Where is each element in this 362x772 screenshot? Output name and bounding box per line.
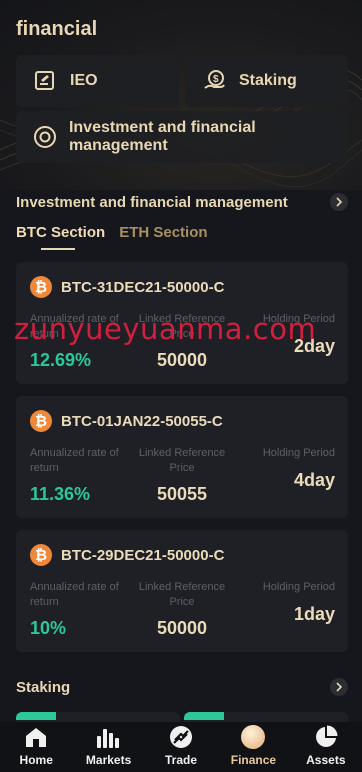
reference-price-value: 50000 — [156, 350, 208, 370]
reference-price-value: 50000 — [156, 618, 208, 638]
hand-coin-icon: $ — [201, 67, 229, 95]
tab-btc-section[interactable]: BTC Section — [16, 224, 105, 250]
chevron-right-icon[interactable] — [330, 678, 348, 696]
product-card[interactable]: ₿ BTC-01JAN22-50055-C Annualized rate of… — [16, 396, 348, 518]
product-name-row: ₿ BTC-31DEC21-50000-C — [30, 276, 224, 298]
nav-trade[interactable]: Trade — [145, 722, 217, 772]
product-name: BTC-29DEC21-50000-C — [61, 546, 225, 564]
staking-section-title: Staking — [16, 678, 71, 696]
staking-tag — [16, 712, 56, 720]
bitcoin-icon: ₿ — [30, 544, 52, 566]
investment-section-header: Investment and financial management — [16, 193, 348, 211]
page-title: financial — [16, 18, 98, 40]
watermark-text: zunyueyuanma.com — [14, 312, 317, 346]
tab-eth-section[interactable]: ETH Section — [119, 224, 207, 250]
home-icon — [23, 724, 49, 750]
section-tabs: BTC Section ETH Section — [16, 224, 208, 250]
staking-tag — [184, 712, 224, 720]
nav-home-label: Home — [19, 753, 53, 767]
investment-shortcut-button[interactable]: Investment and financial management — [16, 111, 348, 163]
nav-trade-label: Trade — [165, 753, 198, 767]
ieo-shortcut-button[interactable]: IEO — [16, 55, 179, 107]
nav-assets-label: Assets — [306, 753, 346, 767]
bar-chart-icon — [96, 724, 122, 750]
nav-markets[interactable]: Markets — [72, 722, 144, 772]
chevron-right-icon[interactable] — [330, 193, 348, 211]
nav-finance-label: Finance — [230, 753, 277, 767]
reference-price-value: 50055 — [156, 484, 208, 504]
staking-shortcut-button[interactable]: $ Staking — [185, 55, 348, 107]
nav-markets-label: Markets — [85, 753, 132, 767]
investment-label: Investment and financial management — [68, 119, 256, 154]
investment-section-title: Investment and financial management — [16, 193, 288, 211]
rate-value: 10% — [30, 618, 67, 638]
ieo-label: IEO — [70, 72, 98, 89]
pie-chart-icon — [313, 724, 339, 750]
target-icon — [32, 123, 59, 151]
svg-text:$: $ — [213, 74, 219, 85]
trade-icon — [168, 724, 194, 750]
reference-price-label: Linked Reference Price — [138, 447, 226, 474]
reference-price-label: Linked Reference Price — [138, 581, 226, 608]
staking-section-header: Staking — [16, 678, 348, 696]
product-name-row: ₿ BTC-01JAN22-50055-C — [30, 410, 223, 432]
product-name: BTC-31DEC21-50000-C — [61, 278, 225, 296]
product-name-row: ₿ BTC-29DEC21-50000-C — [30, 544, 224, 566]
nav-finance[interactable]: Finance — [217, 722, 289, 772]
rate-value: 12.69% — [30, 350, 92, 370]
rate-label: Annualized rate of return — [30, 581, 119, 608]
finance-icon — [240, 724, 266, 750]
holding-period-value: 4day — [293, 470, 335, 490]
nav-home[interactable]: Home — [0, 722, 72, 772]
holding-period-label: Holding Period — [262, 447, 335, 459]
rate-label: Annualized rate of return — [30, 447, 119, 474]
document-edit-icon — [32, 67, 60, 95]
bitcoin-icon: ₿ — [30, 276, 52, 298]
rate-value: 11.36% — [30, 484, 91, 504]
bitcoin-icon: ₿ — [30, 410, 52, 432]
holding-period-value: 1day — [293, 604, 335, 624]
nav-assets[interactable]: Assets — [290, 722, 362, 772]
product-name: BTC-01JAN22-50055-C — [61, 412, 223, 430]
bottom-navigation: Home Markets Trade Finance Assets — [0, 722, 362, 772]
holding-period-label: Holding Period — [262, 581, 335, 593]
product-card[interactable]: ₿ BTC-29DEC21-50000-C Annualized rate of… — [16, 530, 348, 652]
staking-label: Staking — [239, 72, 297, 89]
